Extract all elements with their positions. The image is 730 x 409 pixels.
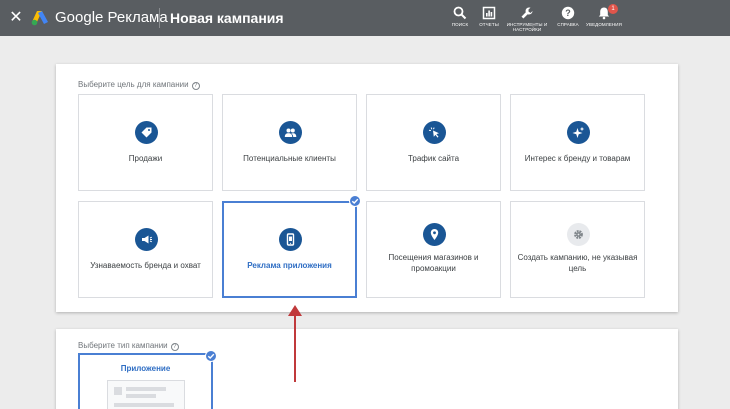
page-title: Новая кампания xyxy=(170,10,284,26)
goal-tile-leads[interactable]: Потенциальные клиенты xyxy=(222,94,357,191)
goal-tile-brand-awareness[interactable]: Узнаваемость бренда и охват xyxy=(78,201,213,298)
help-icon: ? xyxy=(561,6,575,20)
goal-tile-store-visits[interactable]: Посещения магазинов и промоакции xyxy=(366,201,501,298)
goal-tile-no-goal[interactable]: Создать кампанию, не указывая цель xyxy=(510,201,645,298)
goal-section-label: Выберите цель для кампании xyxy=(78,80,189,89)
close-icon[interactable]: ✕ xyxy=(9,9,23,27)
top-app-bar: ✕ Google Реклама Новая кампания ПОИСК ОТ… xyxy=(0,0,730,36)
campaign-goal-card: Выберите цель для кампании? Продажи Поте… xyxy=(56,64,678,312)
goal-tile-label: Интерес к бренду и товарам xyxy=(524,154,631,163)
phone-icon xyxy=(279,228,302,251)
goal-tile-label: Потенциальные клиенты xyxy=(243,154,336,163)
goal-tile-label: Узнаваемость бренда и охват xyxy=(90,261,201,270)
wrench-icon xyxy=(521,7,533,19)
megaphone-icon xyxy=(135,228,158,251)
type-tile-label: Приложение xyxy=(120,364,171,373)
type-tile-app[interactable]: Приложение xyxy=(78,353,213,409)
type-section-label: Выберите тип кампании xyxy=(78,341,168,350)
help-icon[interactable]: ? xyxy=(191,82,200,90)
notifications-button[interactable]: 1 УВЕДОМЛЕНИЯ xyxy=(582,4,626,34)
goal-tile-label: Реклама приложения xyxy=(247,261,332,270)
tag-icon xyxy=(135,121,158,144)
brand-name: Google Реклама xyxy=(55,9,168,26)
annotation-arrow xyxy=(288,305,302,382)
selected-check-icon xyxy=(205,350,217,362)
goal-tile-app-promotion[interactable]: Реклама приложения xyxy=(222,201,357,298)
cursor-click-icon xyxy=(423,121,446,144)
goal-tile-website-traffic[interactable]: Трафик сайта xyxy=(366,94,501,191)
people-icon xyxy=(279,121,302,144)
google-ads-logo-icon xyxy=(31,11,48,26)
goal-tile-sales[interactable]: Продажи xyxy=(78,94,213,191)
notification-count-badge: 1 xyxy=(608,4,618,14)
search-icon xyxy=(453,6,467,20)
tools-settings-button[interactable]: ИНСТРУМЕНТЫ И НАСТРОЙКИ xyxy=(505,4,549,34)
selected-check-icon xyxy=(349,195,361,207)
goal-tile-label: Посещения магазинов и промоакции xyxy=(388,253,479,273)
location-pin-icon xyxy=(423,223,446,246)
campaign-type-card: Выберите тип кампании? Приложение xyxy=(56,329,678,409)
goal-tile-label: Продажи xyxy=(128,154,163,163)
tools-settings-label: ИНСТРУМЕНТЫ И НАСТРОЙКИ xyxy=(506,22,548,32)
svg-text:?: ? xyxy=(565,8,571,18)
app-ad-preview xyxy=(107,380,185,409)
reports-icon xyxy=(482,6,496,20)
goal-tile-label: Создать кампанию, не указывая цель xyxy=(517,253,638,273)
gear-icon xyxy=(567,223,590,246)
help-icon[interactable]: ? xyxy=(170,343,179,351)
sparkle-icon xyxy=(567,121,590,144)
goal-tile-label: Трафик сайта xyxy=(407,154,460,163)
type-section-heading: Выберите тип кампании? xyxy=(78,341,179,351)
header-divider xyxy=(159,8,160,28)
goal-tile-brand-interest[interactable]: Интерес к бренду и товарам xyxy=(510,94,645,191)
goal-section-heading: Выберите цель для кампании? xyxy=(78,80,200,90)
notifications-label: УВЕДОМЛЕНИЯ xyxy=(586,22,622,27)
